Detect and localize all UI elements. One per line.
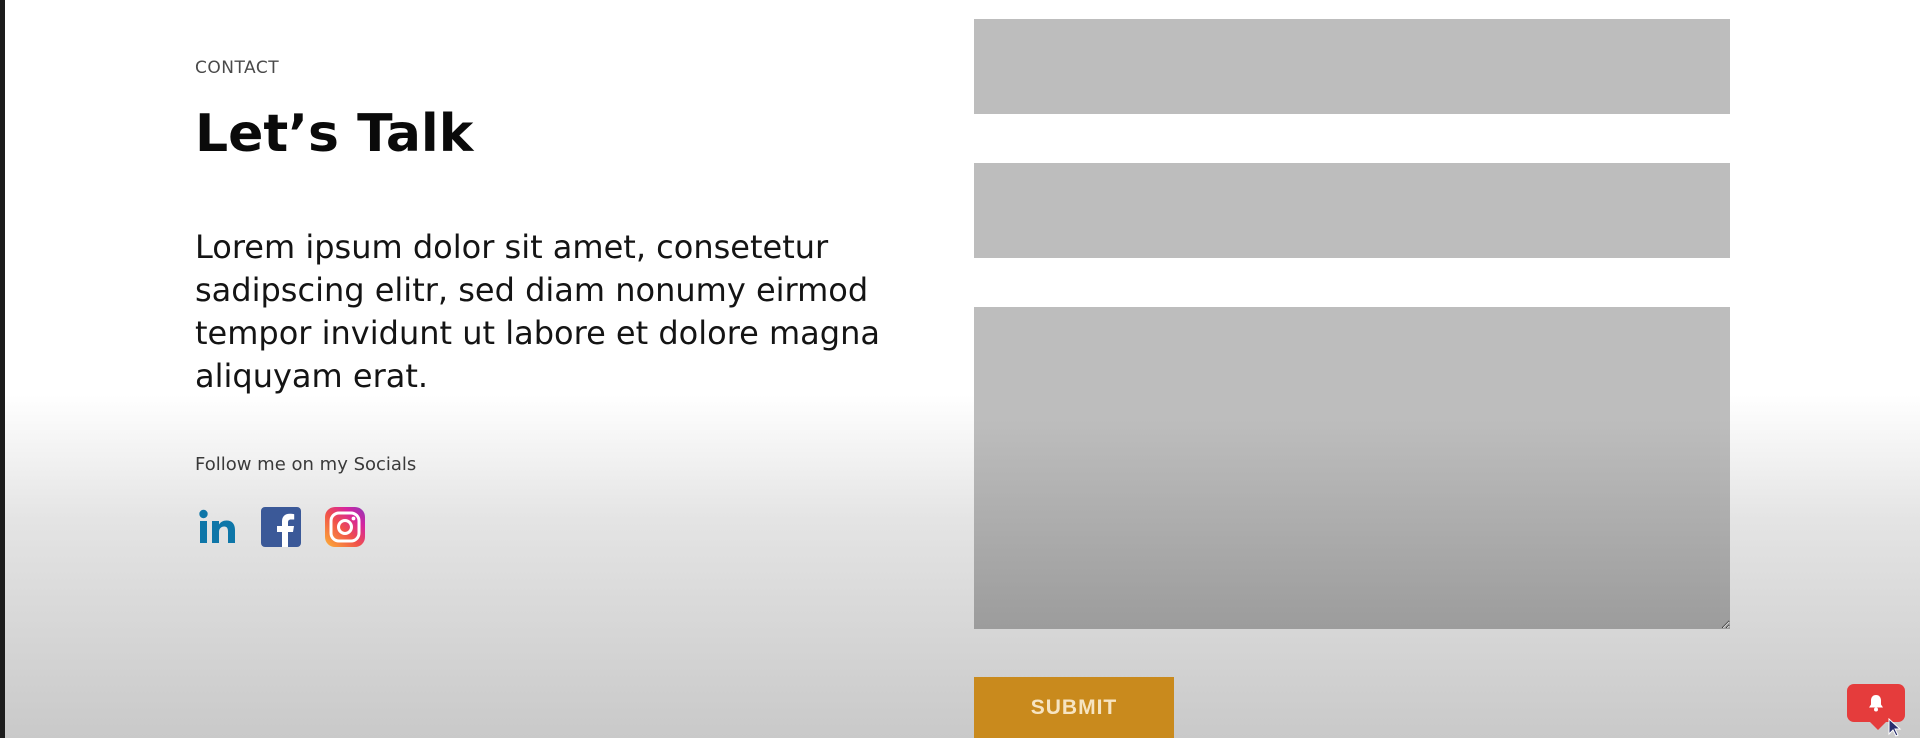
bell-icon	[1869, 695, 1883, 712]
message-field[interactable]	[974, 307, 1730, 629]
intro-paragraph: Lorem ipsum dolor sit amet, consetetur s…	[195, 228, 880, 395]
mouse-cursor-icon	[1888, 718, 1902, 737]
socials-label: Follow me on my Socials	[195, 454, 417, 475]
notification-pointer	[1868, 720, 1888, 730]
facebook-icon	[261, 507, 301, 547]
section-eyebrow: CONTACT	[195, 58, 280, 78]
linkedin-link[interactable]	[195, 505, 239, 549]
window-edge	[0, 0, 5, 738]
name-field[interactable]	[974, 19, 1730, 114]
submit-button[interactable]: SUBMIT	[974, 677, 1174, 738]
instagram-icon	[325, 507, 365, 547]
email-field[interactable]	[974, 163, 1730, 258]
instagram-link[interactable]	[323, 505, 367, 549]
page-title: Let’s Talk	[195, 104, 474, 164]
notification-button[interactable]	[1847, 684, 1905, 722]
facebook-link[interactable]	[259, 505, 303, 549]
social-links	[195, 505, 367, 549]
linkedin-icon	[199, 509, 235, 543]
